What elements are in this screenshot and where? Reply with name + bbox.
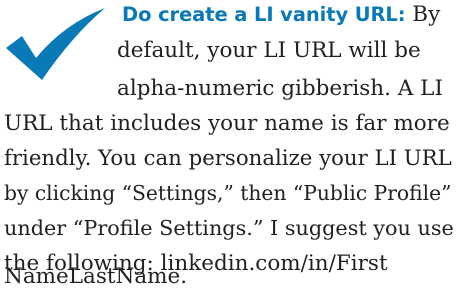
tip-body-line-9: NameLastName.: [4, 263, 188, 289]
tip-body-line-4: URL that includes your name is far more: [4, 111, 450, 136]
tip-body-line-1: By: [412, 2, 441, 27]
tip-block: Do create a LI vanity URL: By default, y…: [0, 0, 458, 288]
tip-body-line-6: by clicking “Settings,” then “Public Pro…: [4, 181, 452, 205]
tip-heading: Do create a LI vanity URL:: [122, 3, 406, 26]
tip-body-line-3: alpha-numeric gibberish. A LI: [117, 76, 443, 101]
tip-body-line-5: friendly. You can personalize your LI UR…: [4, 146, 452, 171]
tip-body-line-7: under “Profile Settings.” I suggest you …: [4, 216, 454, 240]
tip-line-1: Do create a LI vanity URL: By: [122, 4, 440, 26]
checkmark-icon: [6, 8, 105, 80]
tip-body-line-2: default, your LI URL will be: [117, 38, 421, 63]
